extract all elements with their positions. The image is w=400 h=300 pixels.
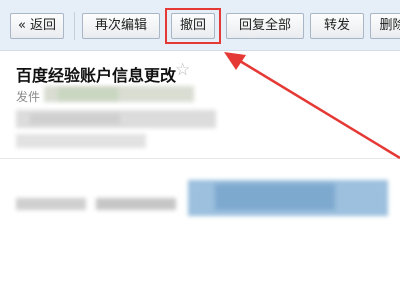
red-arrow-annotation xyxy=(224,52,400,160)
arrow-shaft xyxy=(234,56,400,160)
arrow-head xyxy=(224,52,246,70)
